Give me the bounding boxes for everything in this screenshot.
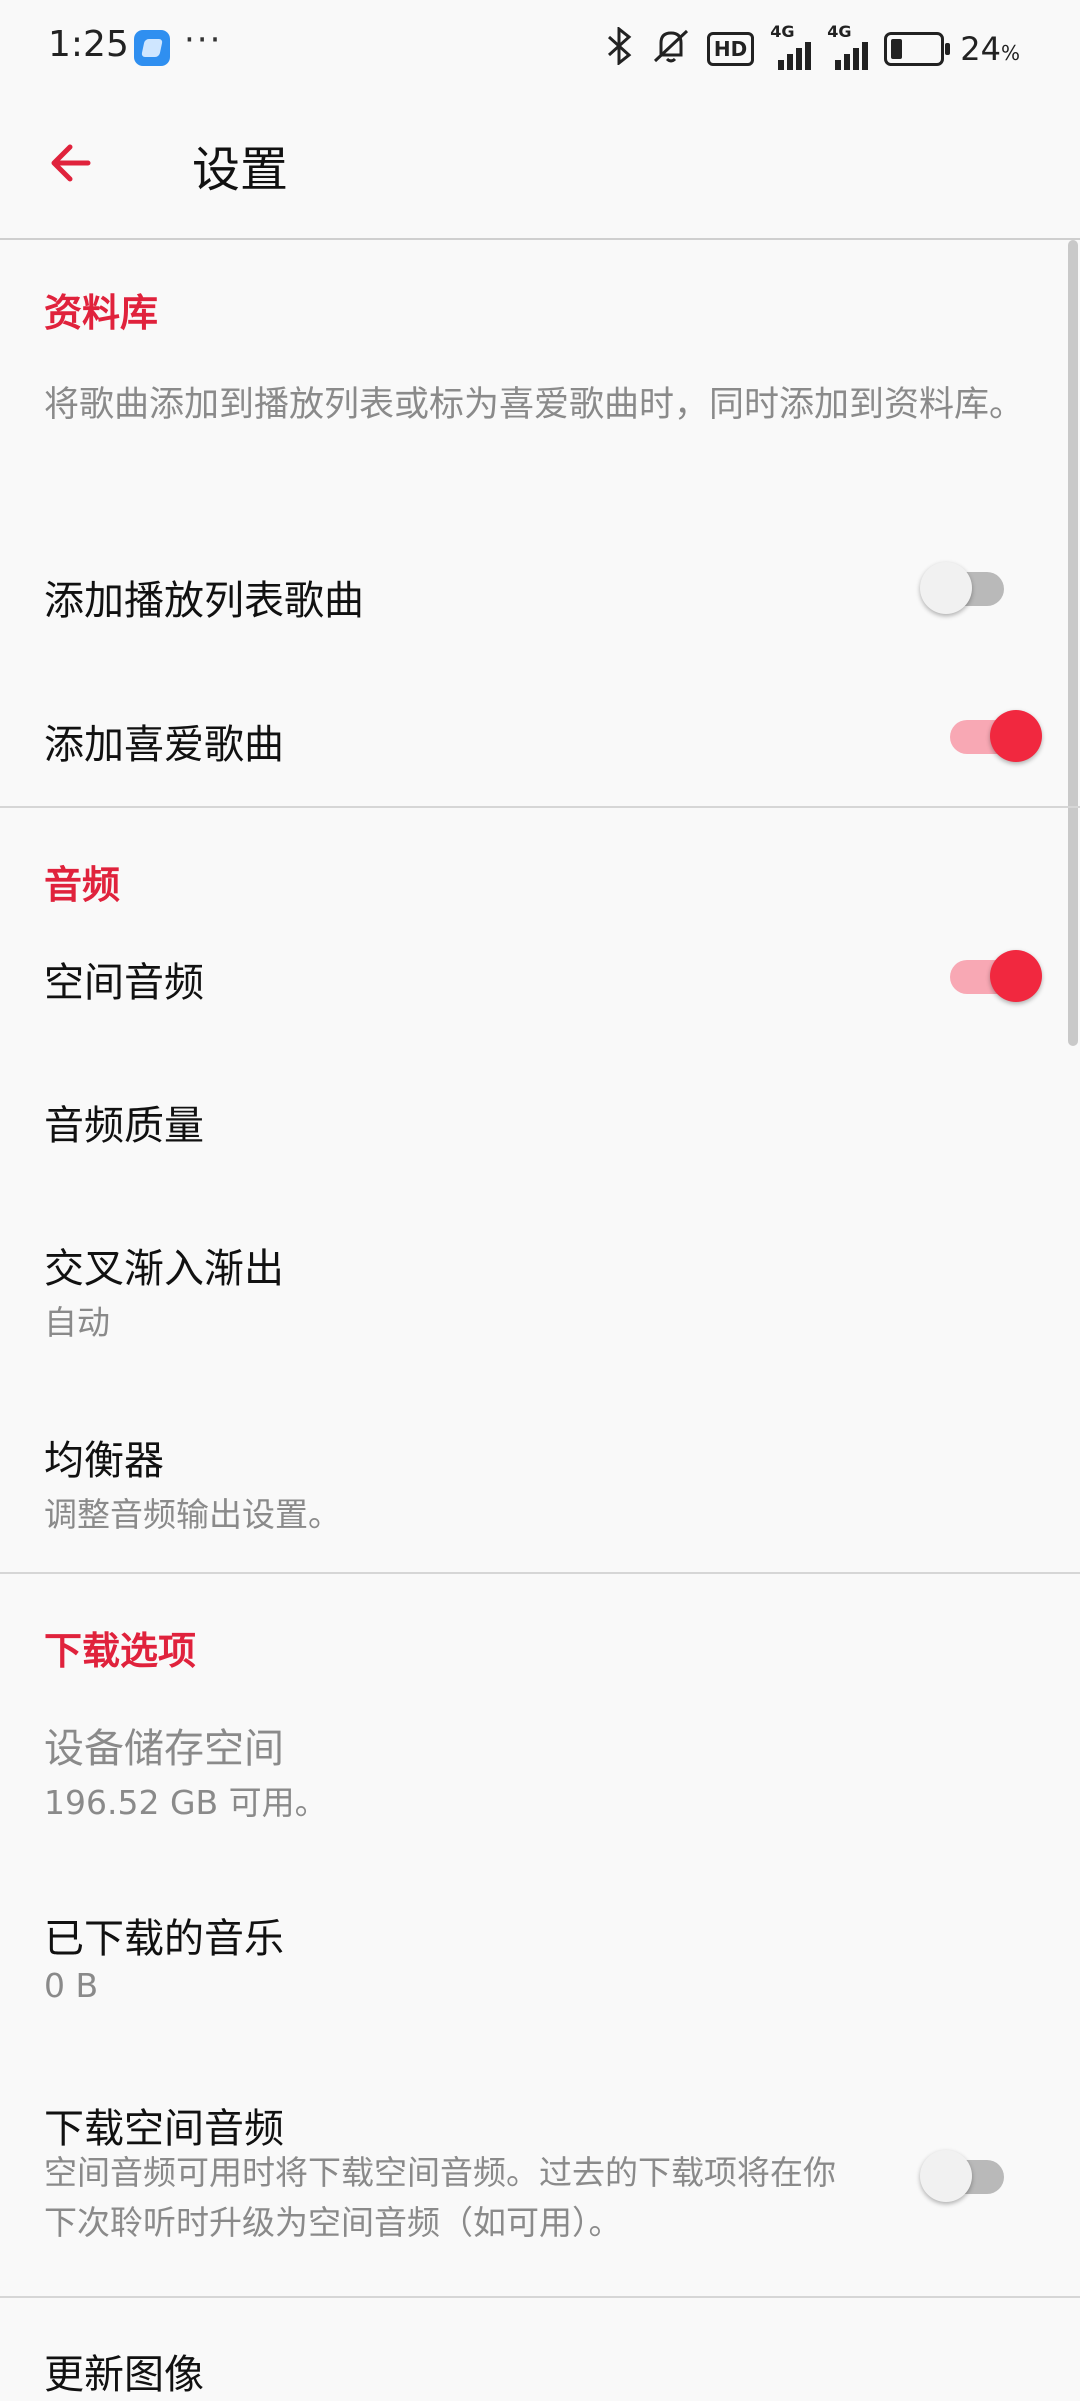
spatial-audio-toggle[interactable] (942, 944, 1042, 1004)
signal-strength-icon-1: 4G (770, 22, 812, 70)
add-playlist-songs-toggle[interactable] (920, 556, 1010, 616)
download-spatial-audio-description: 空间音频可用时将下载空间音频。过去的下载项将在你下次聆听时升级为空间音频（如可用… (44, 2153, 836, 2242)
battery-percent: 24% (960, 30, 1020, 68)
arrow-left-icon[interactable] (40, 128, 110, 198)
hd-voice-badge: HD (706, 32, 755, 66)
add-favorite-songs-label: 添加喜爱歌曲 (44, 722, 284, 768)
bluetooth-icon (605, 25, 635, 71)
battery-icon (884, 32, 951, 66)
downloaded-music-value: 0 B (44, 1966, 99, 2005)
page-title: 设置 (192, 142, 289, 198)
device-storage-label: 设备储存空间 (44, 1726, 284, 1772)
more-notifications-icon: ··· (184, 20, 223, 60)
crossfade-label: 交叉渐入渐出 (44, 1246, 284, 1292)
section-header-library: 资料库 (44, 291, 159, 335)
divider (0, 1572, 1080, 1574)
signal-strength-icon-2: 4G (827, 22, 869, 70)
status-time: 1:25 (48, 24, 129, 65)
section-header-audio: 音频 (44, 863, 121, 907)
add-playlist-songs-label: 添加播放列表歌曲 (44, 578, 364, 624)
download-spatial-audio-label: 下载空间音频 (44, 2106, 284, 2152)
app-notification-icon (134, 30, 170, 66)
scroll-indicator[interactable] (1068, 240, 1078, 1046)
equalizer-description: 调整音频输出设置。 (44, 1495, 341, 1534)
divider (0, 2296, 1080, 2298)
equalizer-label: 均衡器 (44, 1438, 164, 1484)
app-bar: 设置 (0, 100, 1080, 240)
audio-quality-label: 音频质量 (44, 1103, 204, 1149)
update-images-label: 更新图像 (44, 2352, 204, 2398)
add-favorite-songs-toggle[interactable] (942, 704, 1042, 764)
download-spatial-audio-toggle[interactable] (920, 2144, 1010, 2204)
crossfade-value: 自动 (44, 1303, 110, 1342)
device-storage-value: 196.52 GB 可用。 (44, 1783, 328, 1822)
library-description: 将歌曲添加到播放列表或标为喜爱歌曲时，同时添加到资料库。 (44, 385, 1025, 425)
section-header-downloads: 下载选项 (44, 1629, 197, 1673)
downloaded-music-label: 已下载的音乐 (44, 1916, 284, 1962)
divider (0, 806, 1080, 808)
status-bar: 1:25 ··· HD 4G 4G 24% (0, 0, 1080, 100)
mute-bell-icon (651, 27, 691, 71)
spatial-audio-label: 空间音频 (44, 960, 204, 1006)
